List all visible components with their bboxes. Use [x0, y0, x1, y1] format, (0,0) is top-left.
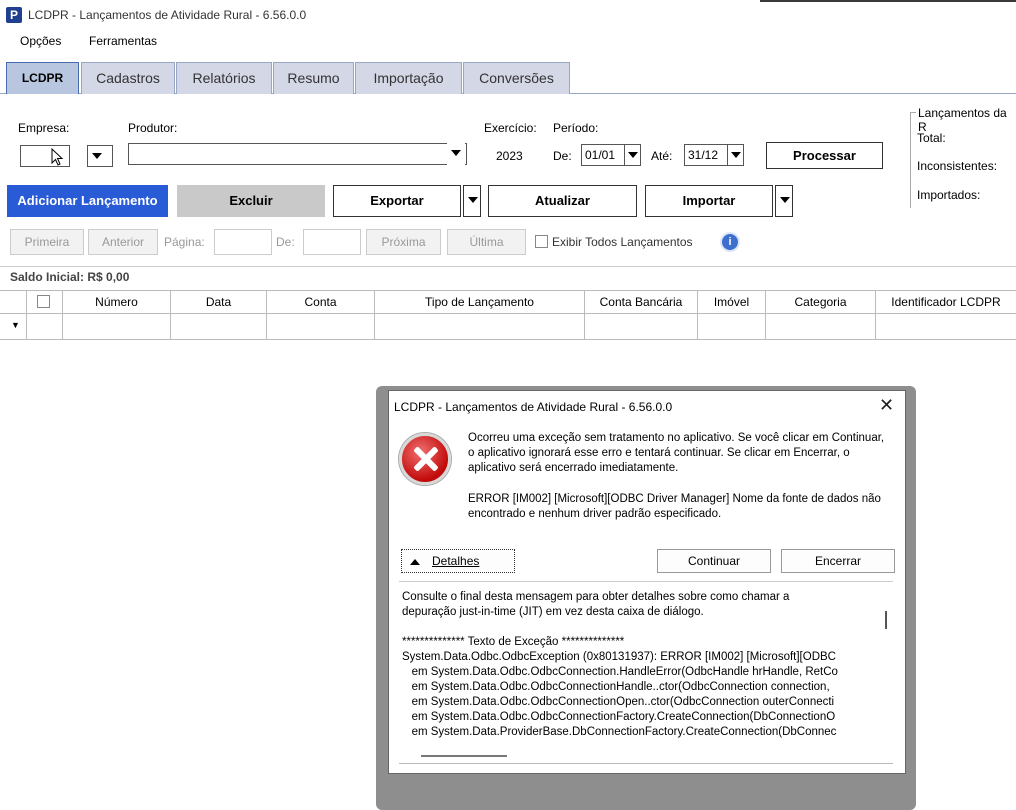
importar-dropdown-button[interactable] [775, 185, 793, 217]
produtor-select[interactable] [128, 143, 467, 165]
details-vscroll-thumb[interactable] [885, 611, 887, 629]
processar-button[interactable]: Processar [766, 142, 883, 169]
empresa-dropdown-button[interactable] [87, 145, 113, 167]
new-row-marker-icon: ▼ [11, 320, 20, 330]
total-label: Total: [917, 131, 946, 145]
menu-opcoes[interactable]: Opções [20, 34, 61, 48]
info-icon[interactable]: i [720, 232, 740, 252]
tab-conversoes[interactable]: Conversões [463, 62, 570, 94]
encerrar-button[interactable]: Encerrar [781, 549, 895, 573]
details-hscroll-thumb[interactable] [421, 755, 507, 757]
pager-de-label: De: [276, 235, 295, 249]
importar-button[interactable]: Importar [645, 185, 773, 217]
error-icon [399, 433, 451, 485]
grid-toolbar [0, 266, 1016, 290]
tab-lcdpr[interactable]: LCDPR [6, 62, 79, 94]
column-imovel[interactable]: Imóvel [698, 291, 766, 313]
saldo-inicial: Saldo Inicial: R$ 0,00 [10, 270, 130, 284]
column-tipo-lancamento[interactable]: Tipo de Lançamento [375, 291, 585, 313]
menu-bar: Opções Ferramentas [0, 30, 1016, 54]
chevron-up-icon [410, 559, 420, 565]
select-all-cell [27, 291, 63, 313]
proxima-button[interactable]: Próxima [366, 229, 441, 255]
ate-date-picker[interactable]: 31/12 [684, 144, 744, 166]
tab-strip: LCDPR Cadastros Relatórios Resumo Import… [0, 60, 1016, 94]
close-icon[interactable]: ✕ [879, 395, 894, 416]
exception-details-area[interactable]: Consulte o final desta mensagem para obt… [399, 581, 893, 761]
de-date-value: 01/01 [585, 148, 616, 162]
window-title: LCDPR - Lançamentos de Atividade Rural -… [28, 8, 307, 22]
ultima-button[interactable]: Última [447, 229, 526, 255]
ate-date-value: 31/12 [688, 148, 719, 162]
empresa-label: Empresa: [18, 121, 70, 135]
de-date-picker[interactable]: 01/01 [581, 144, 641, 166]
importados-label: Importados: [917, 188, 981, 202]
primeira-button[interactable]: Primeira [10, 229, 84, 255]
column-identificador-lcdpr[interactable]: Identificador LCDPR [876, 291, 1016, 313]
title-bar: P LCDPR - Lançamentos de Atividade Rural… [0, 0, 1016, 30]
column-numero[interactable]: Número [63, 291, 171, 313]
exibir-todos-checkbox[interactable] [535, 235, 548, 248]
ate-label: Até: [651, 149, 673, 163]
tab-cadastros[interactable]: Cadastros [81, 62, 175, 94]
detalhes-button[interactable]: Detalhes [401, 549, 515, 573]
pagina-label: Página: [164, 235, 205, 249]
exception-dialog: LCDPR - Lançamentos de Atividade Rural -… [388, 390, 906, 774]
chevron-down-icon [727, 145, 743, 165]
dialog-message: Ocorreu uma exceção sem tratamento no ap… [468, 432, 885, 474]
dialog-title: LCDPR - Lançamentos de Atividade Rural -… [394, 400, 673, 414]
periodo-label: Período: [553, 121, 599, 135]
column-conta-bancaria[interactable]: Conta Bancária [585, 291, 698, 313]
menu-ferramentas[interactable]: Ferramentas [89, 34, 157, 48]
details-hscroll-track [399, 763, 893, 764]
atualizar-button[interactable]: Atualizar [488, 185, 637, 217]
row-header-cell [0, 291, 27, 313]
exercicio-value: 2023 [496, 149, 523, 163]
mouse-cursor-icon [51, 148, 64, 166]
column-conta[interactable]: Conta [267, 291, 375, 313]
dialog-error-detail: ERROR [IM002] [Microsoft][ODBC Driver Ma… [468, 493, 881, 520]
exibir-todos-label: Exibir Todos Lançamentos [552, 235, 693, 249]
inconsistentes-label: Inconsistentes: [917, 159, 998, 173]
exception-details-text: Consulte o final desta mensagem para obt… [402, 591, 838, 738]
adicionar-lancamento-button[interactable]: Adicionar Lançamento [7, 185, 168, 217]
chevron-down-icon [447, 143, 465, 165]
exercicio-label: Exercício: [484, 121, 537, 135]
column-categoria[interactable]: Categoria [766, 291, 876, 313]
total-paginas-input [303, 229, 361, 255]
tab-relatorios[interactable]: Relatórios [176, 62, 272, 94]
produtor-label: Produtor: [128, 121, 178, 135]
chevron-down-icon [624, 145, 640, 165]
app-icon: P [6, 7, 22, 23]
tab-importacao[interactable]: Importação [355, 62, 462, 94]
select-all-checkbox[interactable] [37, 295, 50, 308]
column-data[interactable]: Data [171, 291, 267, 313]
grid-header-row: Número Data Conta Tipo de Lançamento Con… [0, 290, 1016, 314]
grid-new-row[interactable] [0, 314, 1016, 340]
pagina-input[interactable] [214, 229, 272, 255]
continuar-button[interactable]: Continuar [657, 549, 771, 573]
empresa-input[interactable] [20, 145, 70, 167]
exportar-dropdown-button[interactable] [463, 185, 481, 217]
anterior-button[interactable]: Anterior [88, 229, 158, 255]
de-label: De: [553, 149, 572, 163]
lancamentos-panel-title: Lançamentos da R [916, 106, 1016, 134]
tab-resumo[interactable]: Resumo [273, 62, 354, 94]
detalhes-label: Detalhes [432, 554, 480, 568]
exportar-button[interactable]: Exportar [333, 185, 461, 217]
excluir-button[interactable]: Excluir [177, 185, 325, 217]
title-bar-divider [760, 0, 1016, 2]
